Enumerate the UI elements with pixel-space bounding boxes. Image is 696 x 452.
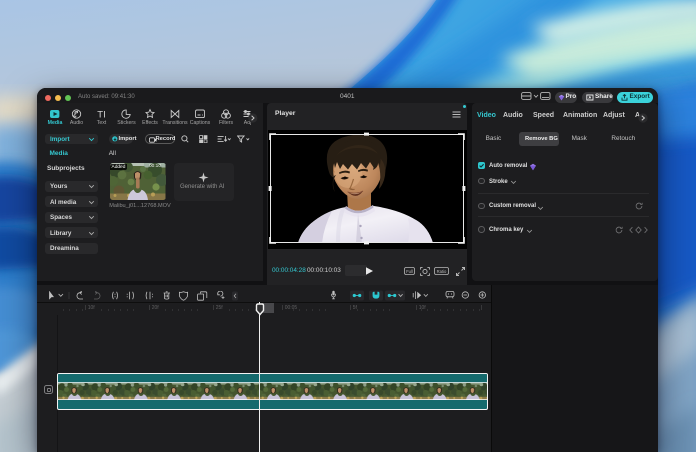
svg-text:Text: Text xyxy=(97,120,107,126)
svg-text:Full: Full xyxy=(406,269,413,274)
svg-text:Transitions: Transitions xyxy=(162,120,188,126)
svg-text:Media: Media xyxy=(48,120,63,126)
svg-text:TI: TI xyxy=(97,110,105,121)
svg-text:Effects: Effects xyxy=(142,120,158,126)
svg-text:Audio: Audio xyxy=(70,120,83,126)
svg-text:Ratio: Ratio xyxy=(437,269,447,274)
svg-text:Captions: Captions xyxy=(190,120,211,126)
svg-text:Stickers: Stickers xyxy=(117,120,136,126)
svg-text:Filters: Filters xyxy=(219,120,234,126)
